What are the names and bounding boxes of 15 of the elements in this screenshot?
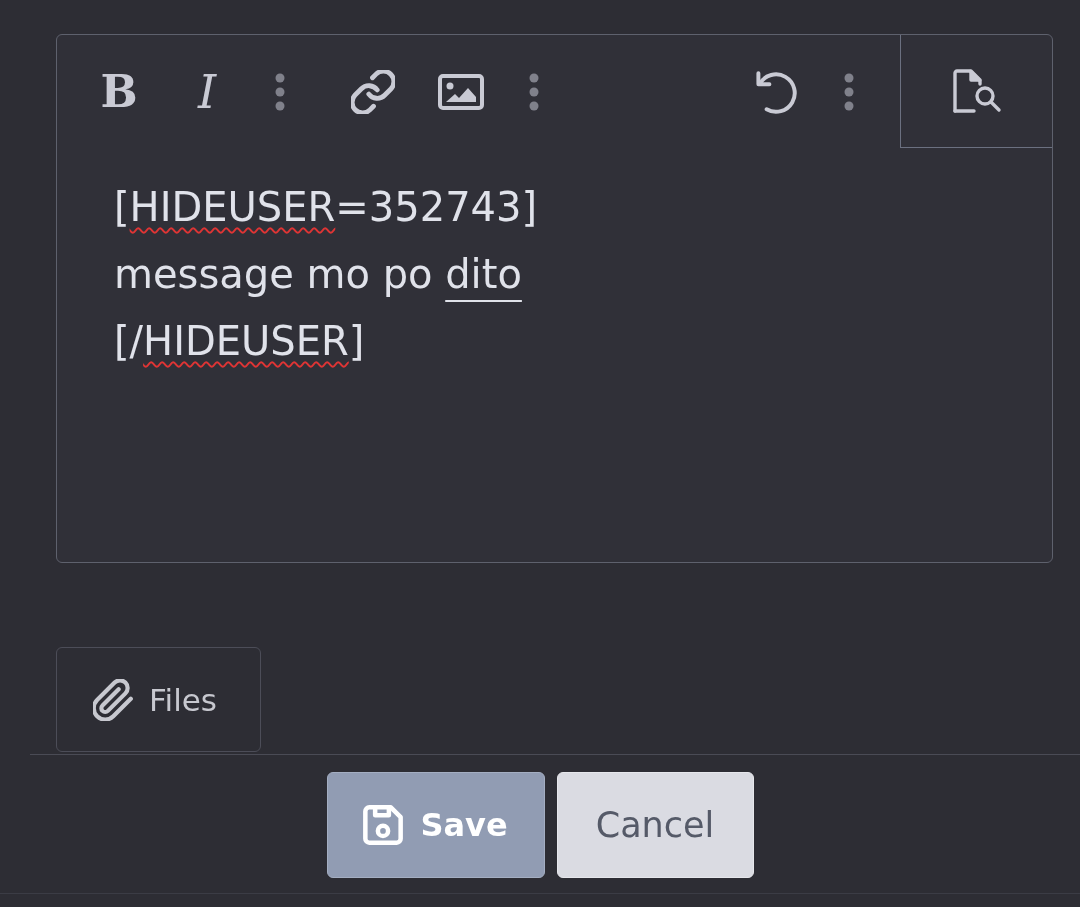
files-button[interactable]: Files: [56, 647, 261, 752]
cancel-button[interactable]: Cancel: [556, 772, 754, 878]
undo-icon: [754, 69, 798, 114]
preview-icon: [951, 68, 1002, 114]
message-field[interactable]: [HIDEUSER=352743] message mo po dito [/HIDEUSER]: [57, 148, 1052, 562]
bold-button[interactable]: B: [89, 61, 149, 122]
vertical-dots-icon: [275, 72, 285, 111]
italic-button[interactable]: I: [177, 61, 237, 122]
paperclip-icon: [93, 678, 133, 721]
preview-button[interactable]: [900, 35, 1052, 148]
vertical-dots-icon: [529, 72, 539, 111]
link-icon: [351, 69, 395, 114]
image-icon: [438, 73, 484, 110]
vertical-dots-icon: [844, 72, 854, 111]
save-icon: [363, 805, 404, 845]
